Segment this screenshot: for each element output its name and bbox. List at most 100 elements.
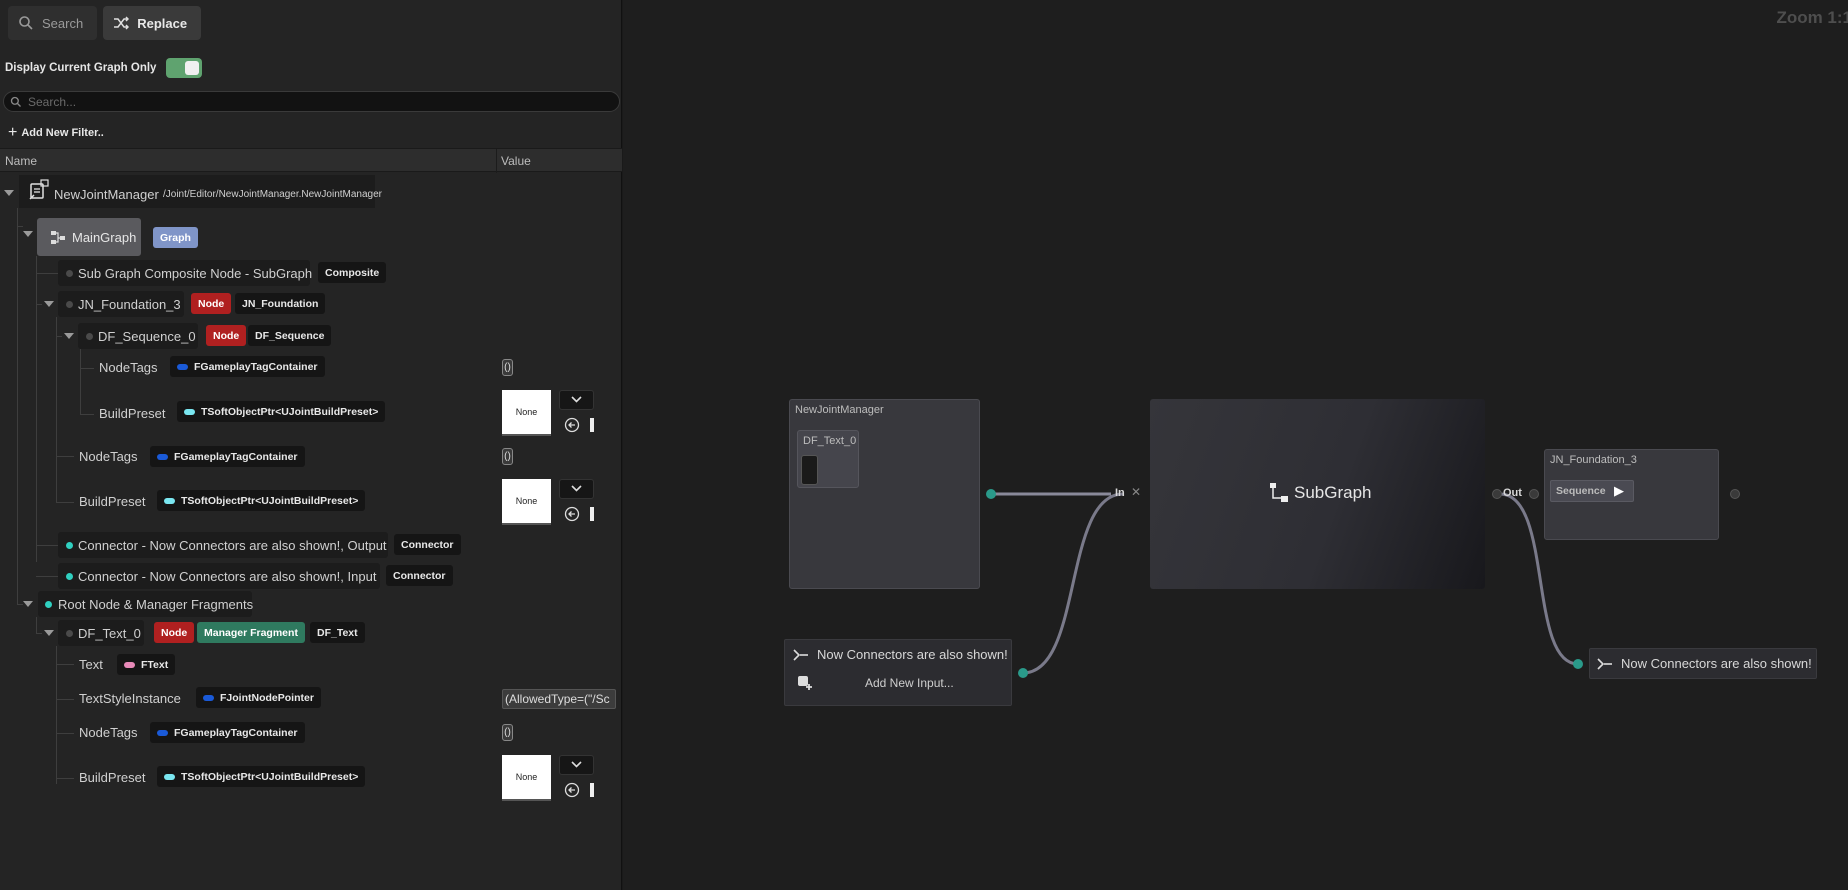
use-selected-asset-icon[interactable]	[564, 782, 580, 798]
replace-tab-button[interactable]: Replace	[103, 6, 202, 40]
add-new-input-button[interactable]: Add New Input...	[865, 676, 954, 690]
subgraph-node[interactable]: SubGraph	[1150, 399, 1485, 589]
column-divider[interactable]	[496, 149, 497, 173]
type-badge: FGameplayTagContainer	[150, 722, 305, 743]
expand-arrow-icon[interactable]	[4, 190, 14, 196]
connector-badge: Connector	[386, 565, 453, 586]
subgraph-node-title: SubGraph	[1294, 483, 1372, 502]
struct-pin-icon	[177, 363, 188, 370]
search-tab-button[interactable]: Search	[8, 6, 98, 40]
type-badge: FJointNodePointer	[196, 687, 321, 708]
asset-thumbnail[interactable]: None	[502, 755, 551, 801]
sequence-play-icon: ▶	[1614, 483, 1624, 498]
type-label: TSoftObjectPtr<UJointBuildPreset>	[181, 494, 359, 507]
property-name: BuildPreset	[99, 406, 166, 421]
fragment-body	[801, 455, 818, 485]
foundation-output-pin[interactable]	[1730, 489, 1740, 499]
output-connector-node[interactable]: Now Connectors are also shown!	[1589, 648, 1817, 679]
foundation-input-pin[interactable]	[1529, 489, 1539, 499]
output-connector-label: Now Connectors are also shown!	[1621, 656, 1812, 671]
chevron-down-icon	[571, 485, 582, 492]
expand-arrow-icon[interactable]	[44, 301, 54, 307]
property-name: Text	[79, 657, 103, 672]
use-selected-asset-icon[interactable]	[564, 506, 580, 522]
search-replace-panel: Search Replace Display Current Graph Onl…	[0, 0, 622, 890]
property-name: BuildPreset	[79, 494, 146, 509]
expand-arrow-icon[interactable]	[23, 601, 33, 607]
chevron-down-icon	[571, 396, 582, 403]
use-selected-asset-icon[interactable]	[564, 417, 580, 433]
connector-icon	[793, 649, 808, 661]
property-name: TextStyleInstance	[79, 691, 181, 706]
graph-icon	[51, 231, 65, 244]
manager-node[interactable]: NewJointManager DF_Text_0	[789, 399, 980, 589]
value-field[interactable]: (AllowedType=("/Sc	[502, 689, 616, 709]
add-filter-label: Add New Filter..	[21, 127, 104, 139]
expand-arrow-icon[interactable]	[64, 333, 74, 339]
joint-manager-asset-icon	[29, 179, 49, 200]
input-connector-label: Now Connectors are also shown!	[817, 647, 1008, 662]
expand-arrow-icon[interactable]	[44, 630, 54, 636]
foundation-node[interactable]: JN_Foundation_3 Sequence ▶	[1544, 449, 1719, 540]
fragment-df-text[interactable]: DF_Text_0	[797, 430, 859, 488]
type-label: FText	[141, 658, 169, 671]
result-tree: NewJointManager /Joint/Editor/NewJointMa…	[0, 172, 622, 890]
fragment-sequence[interactable]: Sequence ▶	[1550, 480, 1634, 502]
input-connector-output-pin[interactable]	[1018, 668, 1028, 678]
foundation-node-title: JN_Foundation_3	[1550, 454, 1637, 466]
type-label: FGameplayTagContainer	[194, 360, 318, 373]
root-fragments-label: Root Node & Manager Fragments	[58, 597, 254, 612]
graph-editor-canvas[interactable]: Zoom 1:1 NewJointManager DF_Text_0 SubGr…	[623, 0, 1848, 890]
property-name: NodeTags	[79, 725, 138, 740]
asset-dropdown-button[interactable]	[559, 479, 594, 499]
output-connector-input-pin[interactable]	[1573, 659, 1583, 669]
column-header: Name Value	[0, 148, 622, 173]
value-column-header[interactable]: Value	[501, 154, 531, 168]
struct-pin-icon	[203, 694, 214, 701]
search-field[interactable]	[3, 91, 620, 112]
browse-asset-icon[interactable]	[590, 418, 594, 432]
jn-foundation-label: JN_Foundation_3	[78, 297, 181, 312]
text-pin-icon	[124, 661, 135, 668]
manager-node-title: NewJointManager	[795, 404, 884, 416]
pin-in-label: In	[1115, 487, 1125, 499]
browse-asset-icon[interactable]	[590, 783, 594, 797]
value-field[interactable]: ()	[502, 724, 513, 741]
add-filter-button[interactable]: + Add New Filter..	[8, 125, 104, 141]
expand-arrow-icon[interactable]	[23, 231, 33, 237]
value-field[interactable]: ()	[502, 448, 513, 465]
type-label: TSoftObjectPtr<UJointBuildPreset>	[201, 405, 379, 418]
chevron-down-icon	[571, 761, 582, 768]
soft-object-pin-icon	[184, 408, 195, 415]
output-pin[interactable]	[986, 489, 996, 499]
add-input-icon	[798, 676, 812, 690]
soft-object-pin-icon	[164, 773, 175, 780]
asset-dropdown-button[interactable]	[559, 755, 594, 775]
struct-pin-icon	[157, 729, 168, 736]
connector-icon	[1597, 658, 1612, 670]
maingraph-label: MainGraph	[72, 230, 137, 245]
node-dot	[86, 333, 93, 340]
asset-dropdown-button[interactable]	[559, 390, 594, 410]
input-connector-node[interactable]: Now Connectors are also shown! Add New I…	[784, 639, 1012, 706]
node-dot	[66, 301, 73, 308]
property-name: BuildPreset	[79, 770, 146, 785]
asset-thumbnail[interactable]: None	[502, 390, 551, 436]
node-badge: Node	[206, 325, 247, 346]
pin-out-label: Out	[1503, 487, 1522, 499]
asset-thumbnail[interactable]: None	[502, 479, 551, 525]
property-name: NodeTags	[99, 360, 158, 375]
manager-fragment-badge: Manager Fragment	[197, 622, 305, 643]
fragment-sequence-label: Sequence	[1556, 485, 1606, 497]
type-badge: FText	[117, 654, 176, 675]
display-current-graph-toggle[interactable]	[166, 58, 203, 78]
connector-dot	[66, 573, 73, 580]
pin-out-dot[interactable]	[1492, 489, 1502, 499]
fragment-title: DF_Text_0	[803, 435, 857, 447]
browse-asset-icon[interactable]	[590, 507, 594, 521]
pin-in-icon[interactable]: ✕	[1131, 485, 1141, 499]
search-input[interactable]	[28, 94, 588, 109]
name-column-header[interactable]: Name	[5, 154, 37, 168]
value-field[interactable]: ()	[502, 359, 513, 376]
struct-pin-icon	[157, 453, 168, 460]
